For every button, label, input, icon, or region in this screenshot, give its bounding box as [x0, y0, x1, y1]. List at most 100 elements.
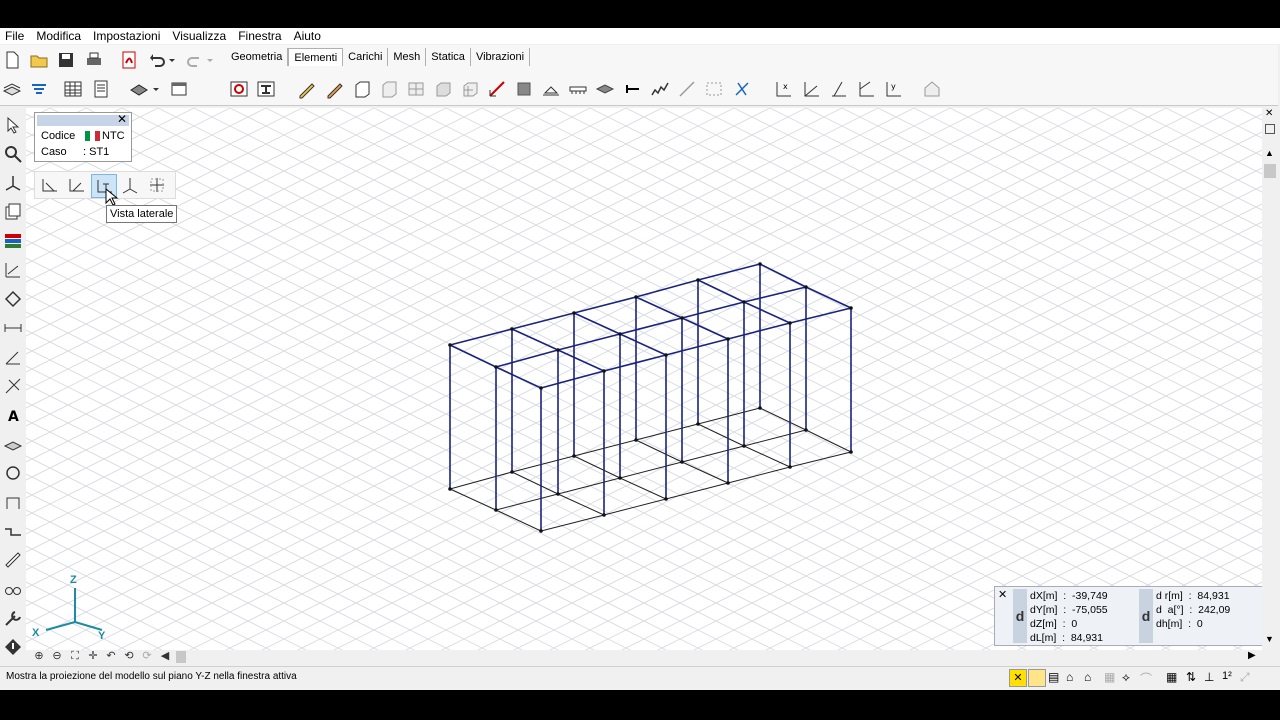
node[interactable] [572, 311, 576, 315]
node[interactable] [804, 428, 808, 432]
shell-grid-icon[interactable] [459, 78, 481, 100]
wrench-icon[interactable] [2, 607, 24, 629]
block-snap-icon[interactable]: ▦ [1104, 670, 1115, 684]
distance-snap-icon[interactable]: ⇅ [1186, 670, 1196, 684]
assign-section-icon[interactable] [228, 78, 250, 100]
new-file-icon[interactable] [1, 49, 23, 71]
open-folder-icon[interactable] [28, 49, 50, 71]
frame-member[interactable] [619, 317, 683, 335]
frame-member[interactable] [540, 514, 605, 532]
node[interactable] [494, 508, 498, 512]
grid-snap-icon[interactable] [1028, 669, 1046, 687]
undo-icon[interactable] [146, 49, 168, 71]
node[interactable] [788, 465, 792, 469]
menu-modifica[interactable]: Modifica [31, 28, 88, 44]
spring-icon[interactable] [649, 78, 671, 100]
frame-icon[interactable] [2, 491, 24, 513]
frame-member[interactable] [449, 471, 513, 490]
menu-aiuto[interactable]: Aiuto [289, 28, 328, 44]
frame-member[interactable] [495, 509, 542, 532]
scroll-up-icon[interactable]: ▲ [1265, 148, 1274, 158]
scroll-down-icon[interactable]: ▼ [1265, 634, 1274, 644]
block-icon[interactable] [513, 78, 535, 100]
frame-member[interactable] [449, 488, 497, 511]
angle-measure-icon[interactable] [2, 346, 24, 368]
frame-member[interactable] [495, 366, 542, 389]
link-icon[interactable] [622, 78, 644, 100]
extension-snap-icon[interactable]: ⤢ [1240, 670, 1250, 685]
view-yz-icon[interactable] [64, 174, 88, 196]
menu-impostazioni[interactable]: Impostazioni [88, 28, 167, 44]
report-icon[interactable] [90, 78, 112, 100]
undo-dropdown-icon[interactable] [166, 49, 178, 71]
node[interactable] [664, 497, 668, 501]
axis-angle-icon[interactable]: y [882, 78, 904, 100]
node[interactable] [742, 300, 746, 304]
frame-member[interactable] [557, 477, 621, 495]
node[interactable] [556, 492, 560, 496]
zoom-window-icon[interactable]: ⟲ [120, 649, 138, 663]
frame-member[interactable] [681, 301, 745, 319]
zoom-icon[interactable] [2, 143, 24, 165]
frame-member[interactable] [511, 455, 575, 473]
frame-member[interactable] [743, 301, 791, 324]
frame-member[interactable] [573, 455, 621, 479]
scroll-right-icon[interactable]: ▶ [1248, 650, 1256, 661]
frame-member[interactable] [603, 354, 667, 372]
stack-icon[interactable] [128, 78, 150, 100]
axis-z-icon[interactable] [827, 78, 849, 100]
node[interactable] [602, 513, 606, 517]
frame-member[interactable] [681, 461, 729, 484]
node[interactable] [448, 343, 452, 347]
diagonal-brace-icon[interactable] [486, 78, 508, 100]
frame-member[interactable] [573, 439, 637, 457]
frame-member[interactable] [635, 296, 683, 319]
horizontal-scroll-thumb[interactable] [176, 651, 186, 663]
shell-icon[interactable] [432, 78, 454, 100]
snap-toggle-icon[interactable]: ✕ [1009, 669, 1027, 687]
measure-close-icon[interactable]: ✕ [998, 588, 1007, 601]
column-pencil-icon[interactable] [324, 78, 346, 100]
tab-vibrazioni[interactable]: Vibrazioni [471, 48, 531, 66]
frame-member[interactable] [759, 263, 807, 288]
frame-member[interactable] [573, 312, 621, 335]
node[interactable] [539, 529, 543, 533]
node[interactable] [849, 450, 853, 454]
node[interactable] [618, 332, 622, 336]
select-arrow-icon[interactable] [2, 114, 24, 136]
midpoint-snap-icon[interactable]: ⌒ [1140, 670, 1152, 687]
node[interactable] [758, 406, 762, 410]
load-area-icon[interactable] [2, 433, 24, 455]
frame-member[interactable] [557, 333, 621, 351]
node[interactable] [726, 337, 730, 341]
vertical-scroll-thumb[interactable] [1264, 164, 1276, 178]
restore-view-icon[interactable] [1265, 124, 1275, 134]
frame-member[interactable] [557, 493, 605, 516]
node[interactable] [680, 460, 684, 464]
redo-dropdown-icon[interactable] [204, 49, 216, 71]
support-icon[interactable] [540, 78, 562, 100]
node[interactable] [696, 422, 700, 426]
frame-member[interactable] [511, 471, 559, 495]
frame-member[interactable] [557, 349, 605, 372]
axes-view-icon[interactable] [2, 172, 24, 194]
frame-member[interactable] [697, 423, 745, 447]
frame-member[interactable] [619, 461, 683, 479]
ruler-icon[interactable] [2, 549, 24, 571]
frame-member[interactable] [789, 307, 852, 324]
building-icon[interactable] [921, 78, 943, 100]
frame-member[interactable] [805, 429, 852, 453]
zoom-previous-icon[interactable]: ↶ [102, 649, 120, 663]
frame-member[interactable] [635, 423, 699, 441]
close-icon[interactable]: ✕ [117, 112, 127, 126]
print-icon[interactable] [83, 49, 105, 71]
foundation-beam-icon[interactable] [567, 78, 589, 100]
zoom-out-icon[interactable]: ⊖ [48, 649, 66, 663]
redo-icon[interactable] [184, 49, 206, 71]
frame-member[interactable] [635, 279, 699, 298]
tab-geometria[interactable]: Geometria [226, 48, 289, 66]
frame-member[interactable] [727, 466, 791, 484]
menu-visualizza[interactable]: Visualizza [167, 28, 233, 44]
node-snap-icon[interactable]: ⟡ [1122, 670, 1130, 685]
axis-rotate-icon[interactable] [855, 78, 877, 100]
